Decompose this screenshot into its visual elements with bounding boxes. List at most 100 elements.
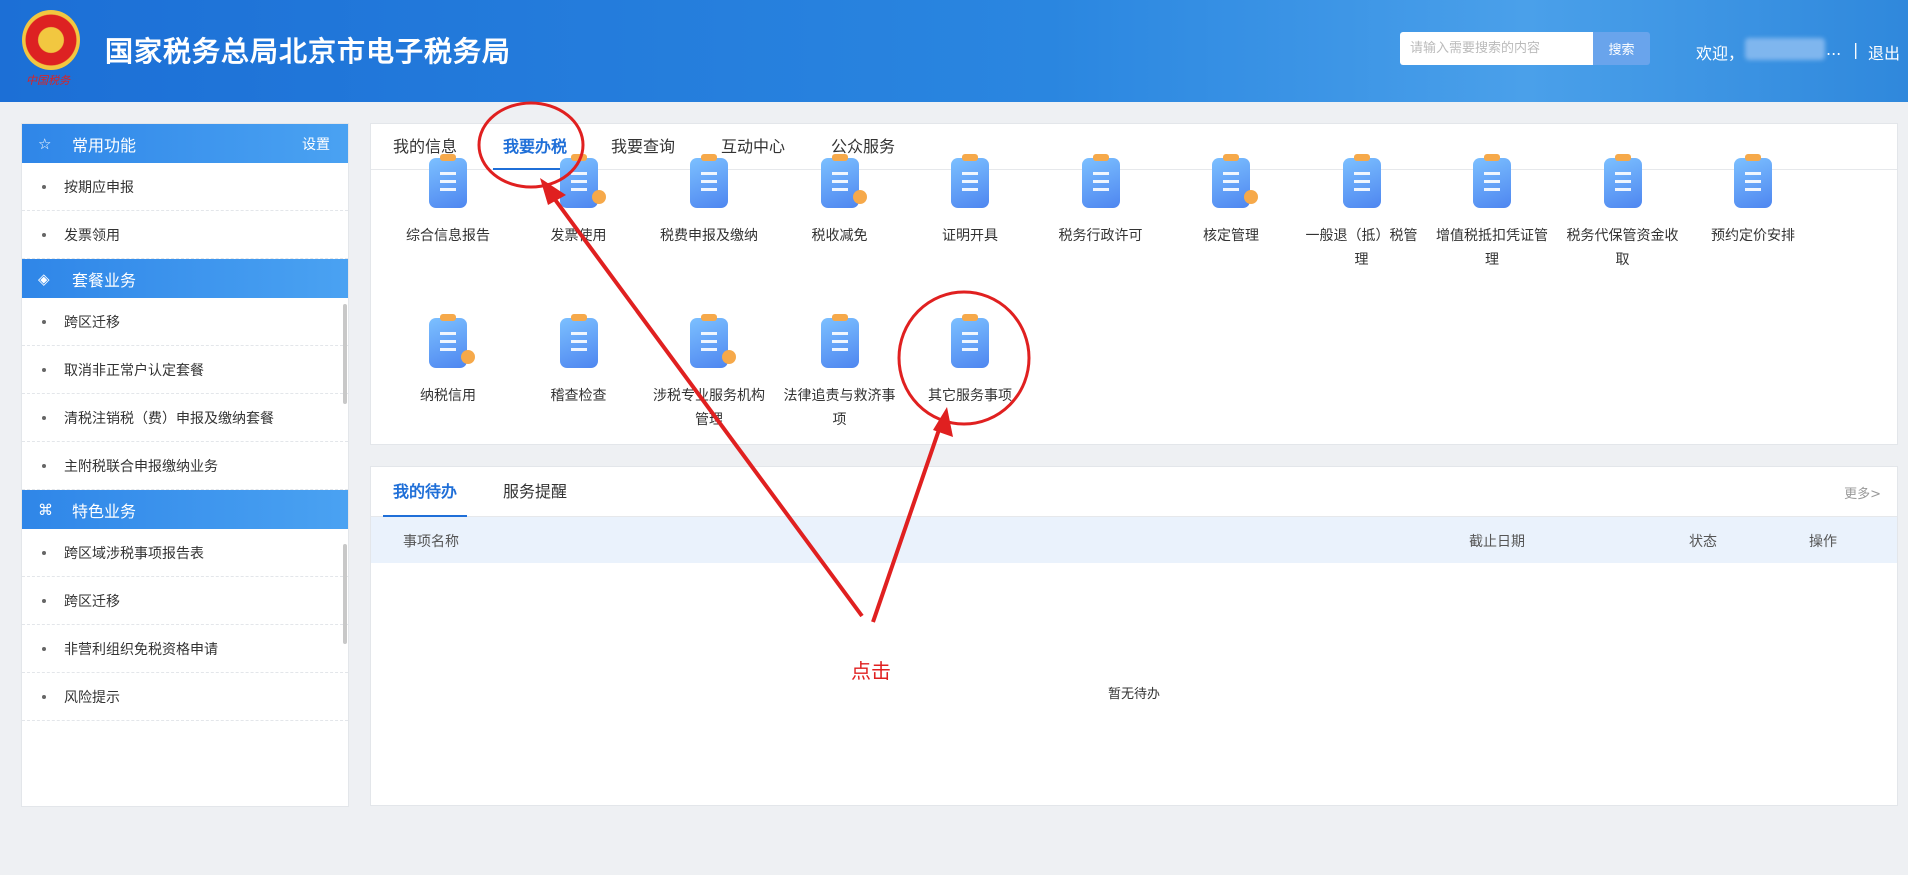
sidebar-item[interactable]: 按期应申报 xyxy=(22,163,348,211)
service-item[interactable]: 税费申报及缴纳 xyxy=(644,154,774,248)
col-action: 操作 xyxy=(1809,534,1837,550)
service-label: 税务代保管资金收取 xyxy=(1566,228,1679,268)
todo-tabs: 我的待办 服务提醒 更多> xyxy=(371,467,1897,517)
sidebar-section-header[interactable]: ☆ 常用功能 设置 xyxy=(22,124,348,163)
sidebar-item-label: 跨区迁移 xyxy=(64,314,120,331)
logout-link[interactable]: 退出 xyxy=(1868,40,1900,64)
service-item[interactable]: 一般退（抵）税管理 xyxy=(1297,154,1427,272)
service-label: 法律追责与救济事项 xyxy=(783,388,896,428)
sidebar-item-label: 主附税联合申报缴纳业务 xyxy=(64,458,218,475)
service-item[interactable]: 稽查检查 xyxy=(514,314,644,408)
service-label: 税收减免 xyxy=(811,228,868,244)
sidebar-item-label: 非营利组织免税资格申请 xyxy=(64,641,218,658)
bullet-icon xyxy=(42,646,46,651)
service-item[interactable]: 综合信息报告 xyxy=(383,154,513,248)
sidebar-item[interactable]: 跨区域涉税事项报告表 xyxy=(22,529,348,577)
username-ellipsis: ... xyxy=(1826,40,1842,59)
service-item[interactable]: 证明开具 xyxy=(905,154,1035,248)
sidebar-item-label: 跨区域涉税事项报告表 xyxy=(64,545,204,562)
annotation-text: 点击 xyxy=(851,659,891,683)
service-item[interactable]: 法律追责与救济事项 xyxy=(775,314,905,432)
sidebar-item-label: 风险提示 xyxy=(64,689,120,706)
section-title: 特色业务 xyxy=(72,501,137,521)
service-item[interactable]: 税务行政许可 xyxy=(1036,154,1166,248)
service-label: 一般退（抵）税管理 xyxy=(1305,228,1418,268)
empty-todo-text: 暂无待办 xyxy=(1107,687,1160,702)
service-item[interactable]: 预约定价安排 xyxy=(1688,154,1818,248)
services-panel: 我的信息 我要办税 我要查询 互动中心 公众服务 综合信息报告 发票使用 税费申报及缴纳… xyxy=(370,123,1898,445)
user-gear-icon xyxy=(1206,154,1258,208)
separator: | xyxy=(1853,40,1859,59)
sidebar-section-header[interactable]: ⌘ 特色业务 xyxy=(22,490,348,529)
settings-link[interactable]: 设置 xyxy=(302,134,330,154)
clipboard-icon xyxy=(423,154,473,208)
sidebar-item[interactable]: 清税注销税（费）申报及缴纳套餐 xyxy=(22,394,348,442)
search-button[interactable]: 搜索 xyxy=(1593,32,1650,65)
id-card-icon xyxy=(1076,154,1126,208)
service-label: 预约定价安排 xyxy=(1711,228,1795,244)
stamp-icon xyxy=(554,314,604,368)
todo-table-header: 事项名称 截止日期 状态 操作 xyxy=(371,517,1897,563)
tab-service-reminder[interactable]: 服务提醒 xyxy=(503,467,567,517)
service-label: 核定管理 xyxy=(1203,228,1259,244)
redacted-username xyxy=(1745,38,1825,60)
sidebar-item[interactable]: 主附税联合申报缴纳业务 xyxy=(22,442,348,490)
sidebar-item-label: 按期应申报 xyxy=(64,179,134,196)
header: 中国税务 国家税务总局北京市电子税务局 搜索 欢迎， ... | 退出 xyxy=(0,0,1908,102)
bullet-icon xyxy=(42,415,46,420)
grid-icon: ⌘ xyxy=(38,500,53,519)
money-bag-hand-icon xyxy=(1598,154,1648,208)
search-input[interactable] xyxy=(1400,32,1610,65)
gavel-icon xyxy=(815,314,865,368)
refund-yuan-icon xyxy=(1337,154,1387,208)
tab-my-todo[interactable]: 我的待办 xyxy=(383,467,468,517)
service-item[interactable]: 纳税信用 xyxy=(383,314,513,408)
service-label: 其它服务事项 xyxy=(928,388,1012,404)
sidebar-item[interactable]: 风险提示 xyxy=(22,673,348,721)
service-label: 增值税抵扣凭证管理 xyxy=(1436,228,1548,268)
sidebar-item-label: 跨区迁移 xyxy=(64,593,120,610)
sidebar-item[interactable]: 跨区迁移 xyxy=(22,577,348,625)
more-link[interactable]: 更多> xyxy=(1844,483,1881,502)
service-item[interactable]: 增值税抵扣凭证管理 xyxy=(1427,154,1557,272)
service-label: 税费申报及缴纳 xyxy=(660,228,758,244)
sidebar-item-label: 清税注销税（费）申报及缴纳套餐 xyxy=(64,410,274,427)
ticket-yuan-icon xyxy=(945,154,995,208)
clipboard-icon xyxy=(945,314,995,368)
bullet-icon xyxy=(42,232,46,237)
service-label: 稽查检查 xyxy=(550,388,607,404)
sidebar-item[interactable]: 跨区迁移 xyxy=(22,298,348,346)
service-label: 综合信息报告 xyxy=(406,228,490,244)
sidebar: ☆ 常用功能 设置 按期应申报 发票领用 ◈ 套餐业务 跨区迁移 取消非正常户认定套餐 清税注销税… xyxy=(21,123,349,807)
tax-emblem-logo xyxy=(22,10,80,70)
scrollbar[interactable] xyxy=(343,544,347,644)
sidebar-item[interactable]: 非营利组织免税资格申请 xyxy=(22,625,348,673)
tax-coin-icon xyxy=(815,154,867,208)
service-item[interactable]: 发票使用 xyxy=(514,154,644,248)
welcome-text: 欢迎， xyxy=(1696,44,1745,63)
emblem-text: 中国税务 xyxy=(26,74,70,87)
bullet-icon xyxy=(42,463,46,468)
sidebar-item-label: 发票领用 xyxy=(64,227,120,244)
service-item[interactable]: 税务代保管资金收取 xyxy=(1558,154,1688,272)
service-item[interactable]: 其它服务事项 xyxy=(905,314,1035,408)
bullet-icon xyxy=(42,367,46,372)
col-status: 状态 xyxy=(1689,534,1717,550)
scrollbar[interactable] xyxy=(343,304,347,404)
service-item[interactable]: 税收减免 xyxy=(775,154,905,248)
service-item[interactable]: 核定管理 xyxy=(1166,154,1296,248)
bullet-icon xyxy=(42,598,46,603)
diamond-check-icon xyxy=(423,314,475,368)
bullet-icon xyxy=(42,184,46,189)
wallet-yuan-icon xyxy=(684,154,734,208)
sidebar-item[interactable]: 发票领用 xyxy=(22,211,348,259)
sidebar-item[interactable]: 取消非正常户认定套餐 xyxy=(22,346,348,394)
service-label: 税务行政许可 xyxy=(1058,228,1143,244)
invoice-check-icon xyxy=(554,154,606,208)
service-item[interactable]: 涉税专业服务机构管理 xyxy=(644,314,774,432)
sidebar-section-header[interactable]: ◈ 套餐业务 xyxy=(22,259,348,298)
agent-gear-icon xyxy=(684,314,736,368)
compass-icon xyxy=(1728,154,1778,208)
sidebar-item-label: 取消非正常户认定套餐 xyxy=(64,362,204,379)
service-label: 发票使用 xyxy=(550,228,607,244)
